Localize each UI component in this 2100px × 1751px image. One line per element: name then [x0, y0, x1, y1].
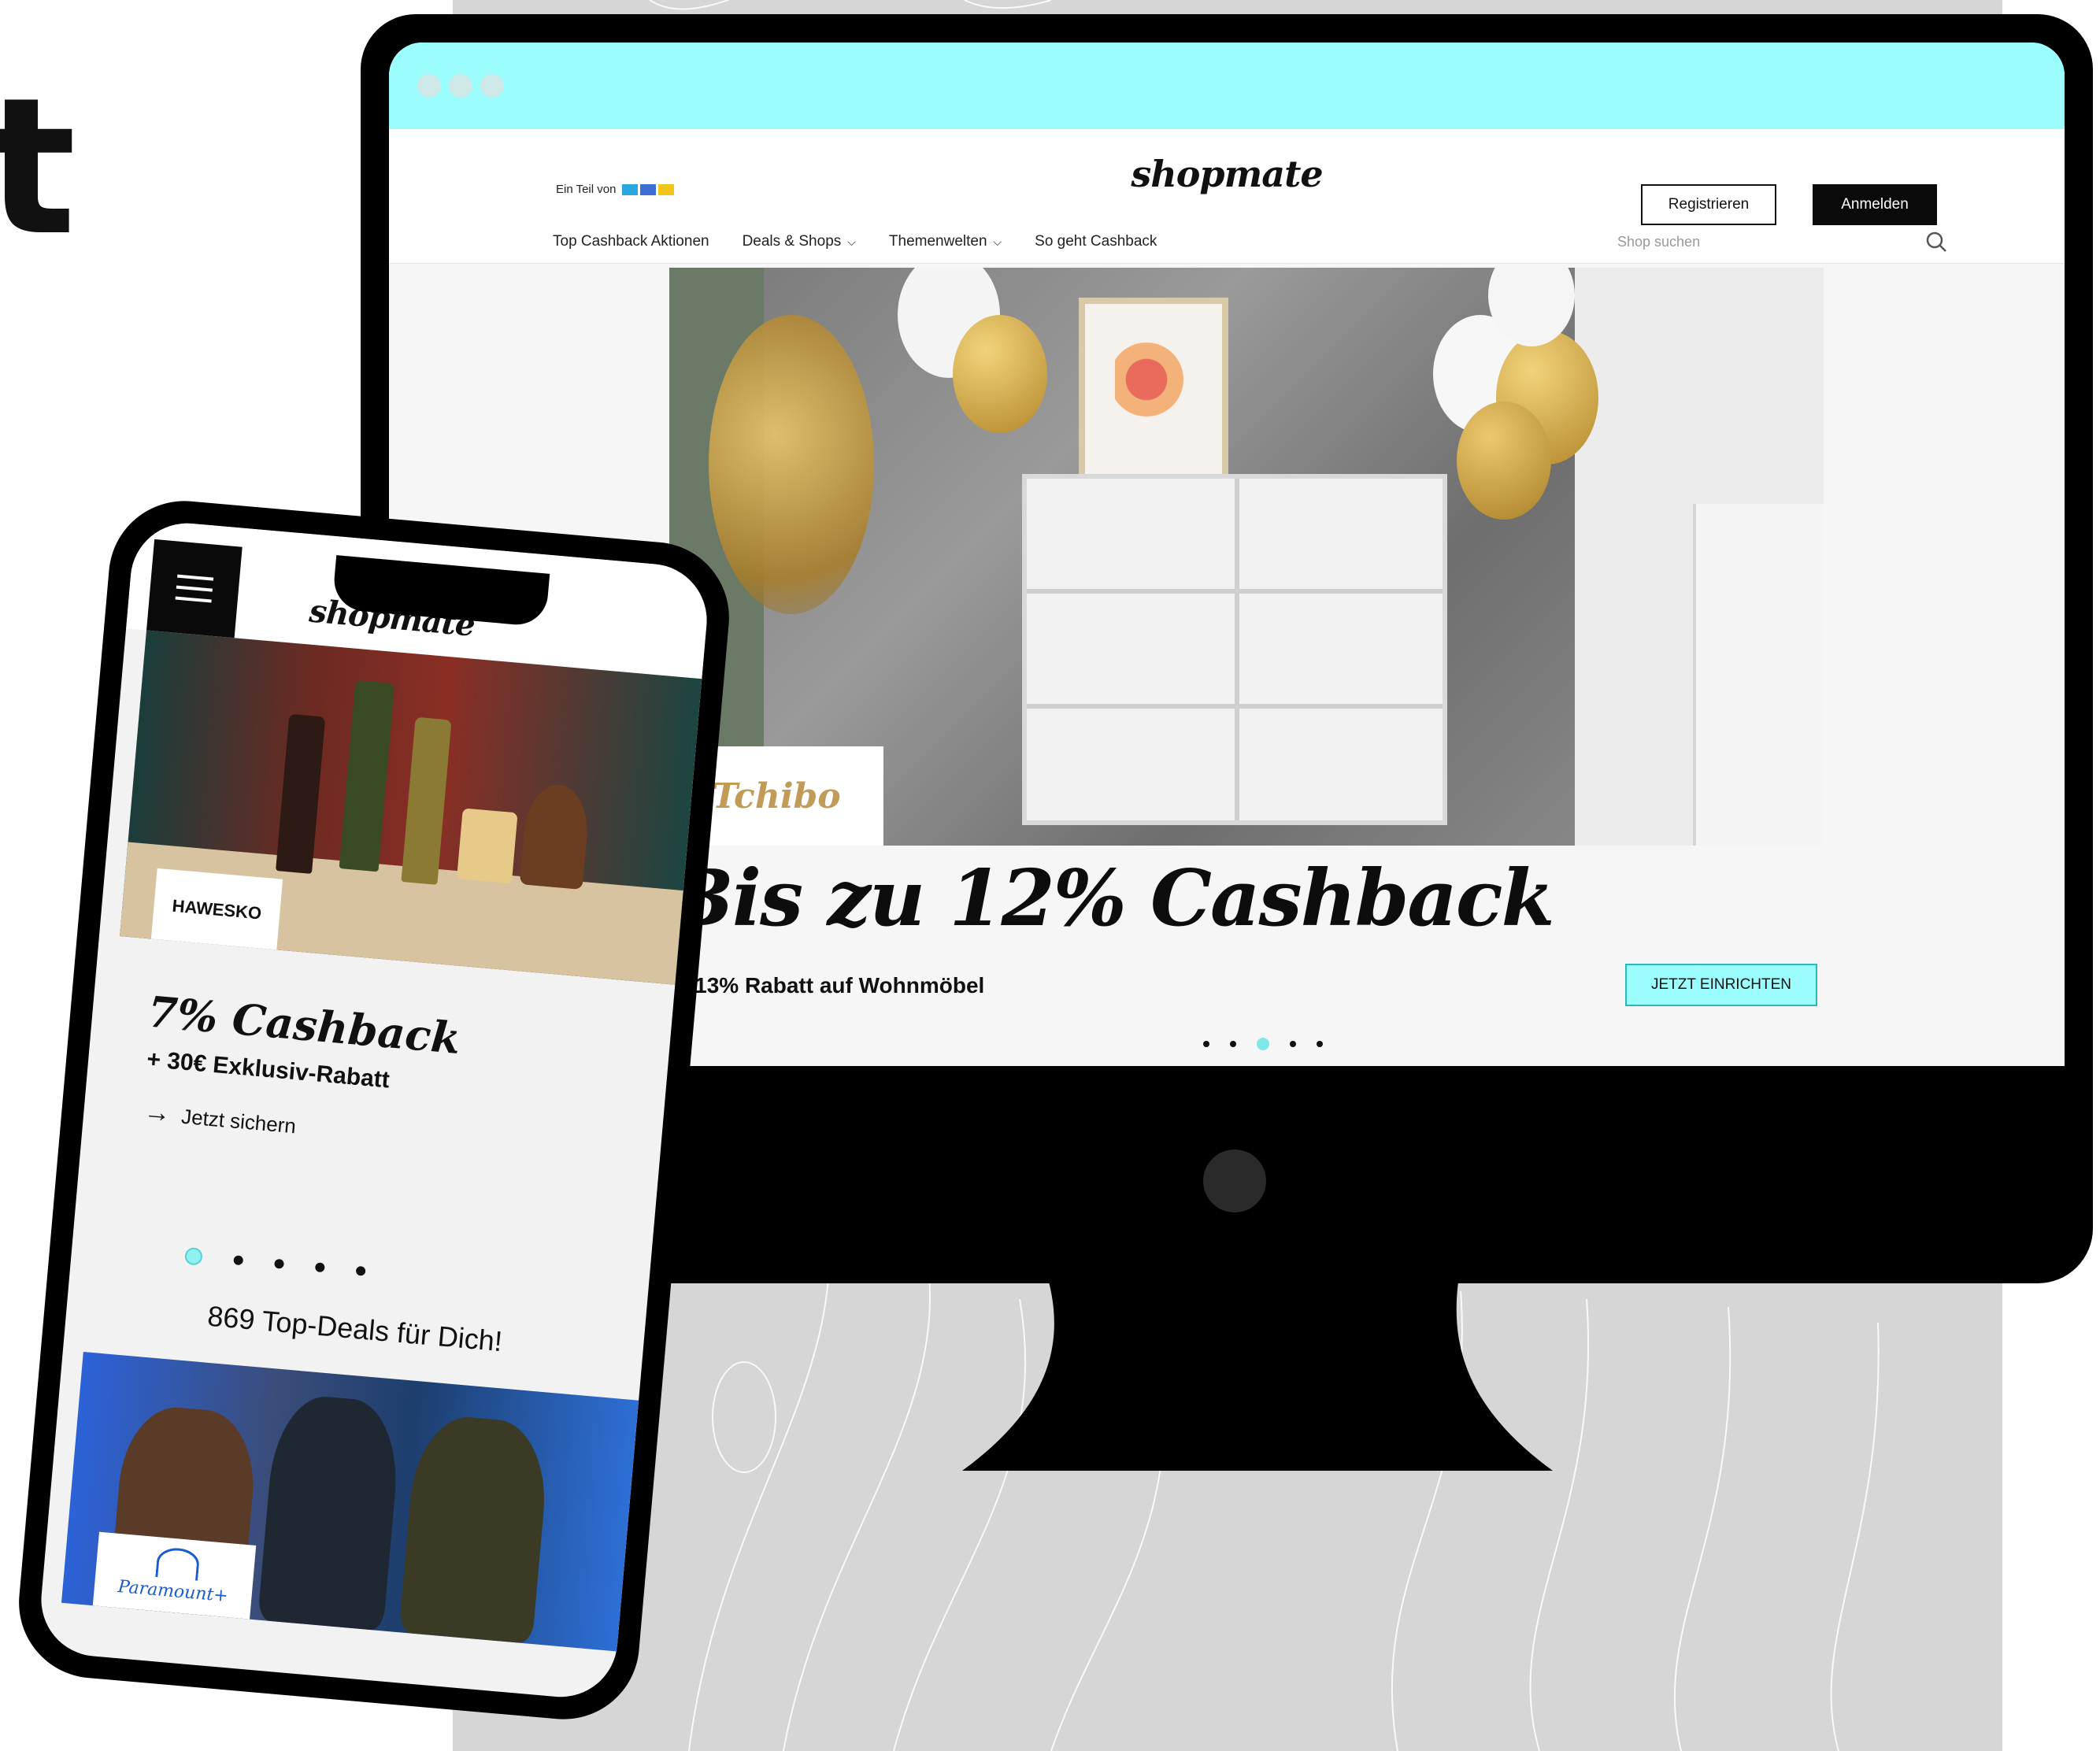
- paramount-logo: Paramount+: [92, 1531, 257, 1620]
- mobile-hero-image[interactable]: HAWESKO: [120, 630, 702, 985]
- person-figure: [398, 1412, 552, 1645]
- search-placeholder: Shop suchen: [1617, 233, 1701, 250]
- nav-item-themenwelten[interactable]: Themenwelten ⌵: [889, 233, 1002, 250]
- bottle: [276, 713, 326, 874]
- horse-figure: [519, 782, 591, 890]
- search-icon[interactable]: [1924, 230, 1948, 254]
- chevron-down-icon: ⌵: [847, 235, 856, 248]
- mobile-screen: shopmate HAWESKO 7% Cashback + 30€ Exklu…: [36, 518, 712, 1702]
- monitor-stand: [962, 1282, 1553, 1471]
- carousel-dots: [1203, 1038, 1323, 1050]
- register-button[interactable]: Registrieren: [1641, 184, 1776, 225]
- carousel-dot-active[interactable]: [1257, 1038, 1269, 1050]
- person-figure: [257, 1392, 403, 1631]
- hero-title: Bis zu 12% Cashback: [669, 853, 1555, 944]
- monitor-button: [1203, 1149, 1266, 1212]
- browser-title-bar: [389, 43, 2065, 129]
- shop-search-field[interactable]: Shop suchen: [1617, 228, 1948, 255]
- balloon: [1457, 402, 1551, 520]
- mobile-phone: shopmate HAWESKO 7% Cashback + 30€ Exklu…: [13, 494, 735, 1726]
- side-cabinet: [1693, 504, 1824, 846]
- hero-subtitle: + 13% Rabatt auf Wohnmöbel: [676, 973, 985, 998]
- chevron-down-icon: ⌵: [993, 235, 1002, 248]
- nav-item-deals-shops[interactable]: Deals & Shops ⌵: [743, 233, 856, 250]
- promo-image[interactable]: Paramount+: [61, 1351, 639, 1652]
- partial-heading: t: [0, 57, 76, 277]
- site-header: Ein Teil von shopmate Registrieren Anmel…: [389, 129, 2065, 264]
- main-nav: Top Cashback Aktionen Deals & Shops ⌵ The…: [553, 233, 1157, 250]
- mobile-hero-link[interactable]: → Jetzt sichern: [143, 1097, 298, 1141]
- menu-icon[interactable]: [146, 539, 243, 639]
- hero-image[interactable]: Tchibo: [669, 268, 1824, 846]
- carousel-dot[interactable]: [355, 1265, 366, 1276]
- arrow-right-icon: →: [143, 1096, 172, 1129]
- cta-button[interactable]: JETZT EINRICHTEN: [1625, 964, 1817, 1006]
- carousel-dot[interactable]: [274, 1258, 285, 1269]
- carousel-dot[interactable]: [1290, 1041, 1296, 1047]
- carousel-dot[interactable]: [314, 1262, 325, 1273]
- window-control-dot[interactable]: [449, 74, 472, 98]
- window-control-dot[interactable]: [480, 74, 504, 98]
- carousel-dot[interactable]: [1317, 1041, 1323, 1047]
- carousel-dot-active[interactable]: [184, 1246, 203, 1266]
- carousel-dot[interactable]: [1203, 1041, 1209, 1047]
- carousel-dot[interactable]: [233, 1255, 244, 1266]
- mobile-carousel-dots: [184, 1246, 366, 1280]
- gift-box: [457, 808, 518, 884]
- balloon: [953, 315, 1047, 433]
- bottle: [401, 716, 452, 885]
- wall-art: [1079, 298, 1228, 494]
- nav-item-top-cashback[interactable]: Top Cashback Aktionen: [553, 233, 709, 250]
- carousel-dot[interactable]: [1230, 1041, 1236, 1047]
- bottle: [339, 679, 395, 872]
- hawesko-logo: HAWESKO: [150, 868, 283, 952]
- shelf-cabinet: [1022, 474, 1447, 825]
- login-button[interactable]: Anmelden: [1813, 184, 1937, 225]
- nav-item-so-geht-cashback[interactable]: So geht Cashback: [1035, 233, 1157, 250]
- window-control-dot[interactable]: [417, 74, 441, 98]
